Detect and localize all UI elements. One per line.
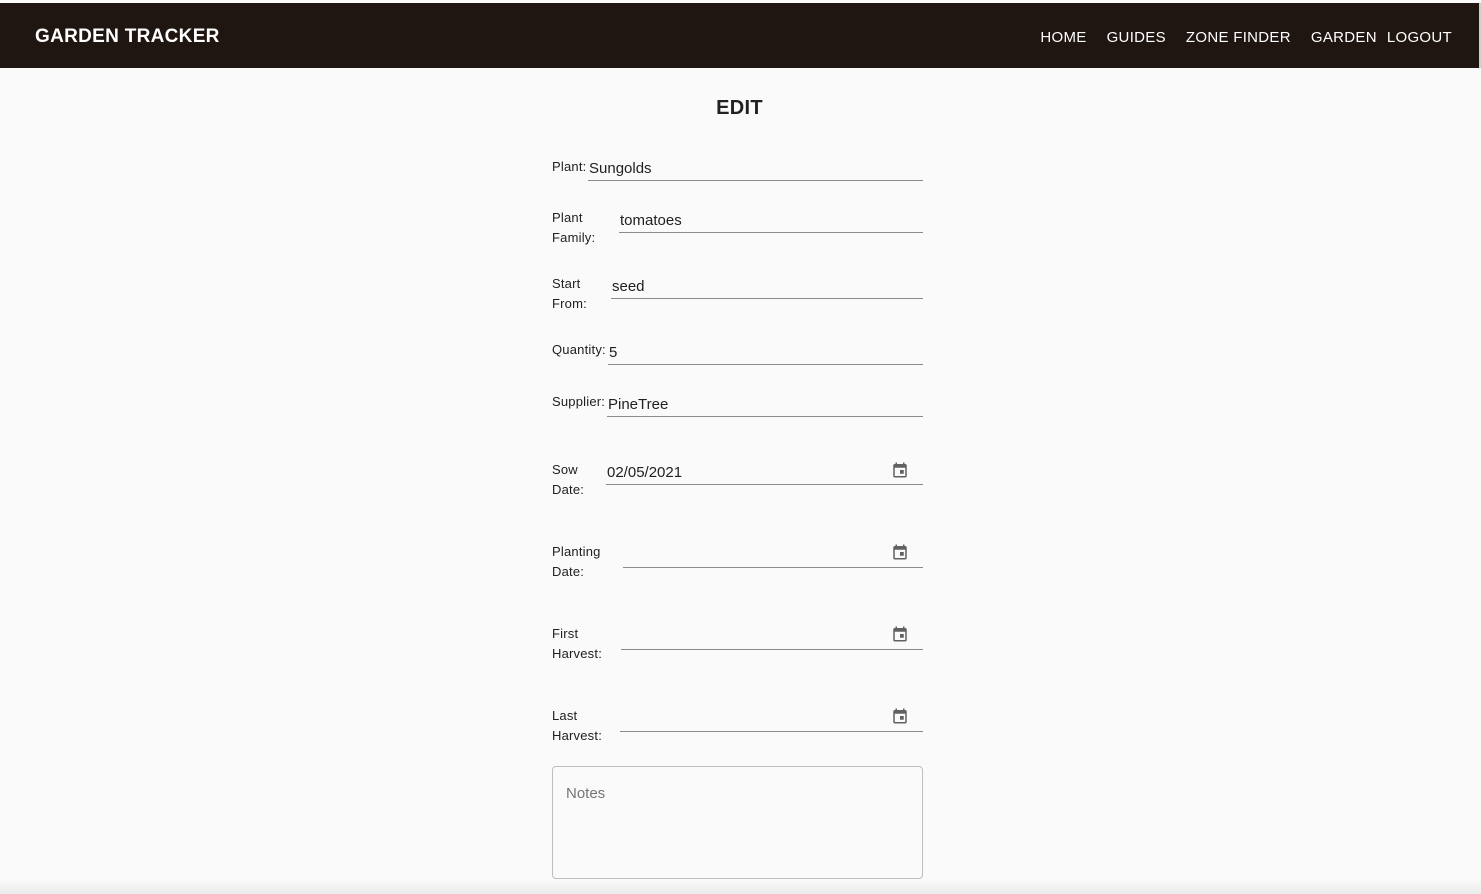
- page-title: EDIT: [716, 97, 763, 119]
- first-harvest-label-line2: Harvest:: [552, 646, 603, 661]
- nav-zone-finder[interactable]: ZONE FINDER: [1186, 29, 1291, 46]
- first-harvest-field: First Harvest:: [552, 624, 923, 664]
- first-harvest-label-line1: First: [552, 626, 579, 641]
- last-harvest-field: Last Harvest:: [552, 706, 923, 746]
- planting-date-label-line1: Planting: [552, 544, 601, 559]
- sow-date-field: Sow Date:: [552, 460, 923, 500]
- start-from-field: Start From:: [552, 274, 923, 314]
- plant-input[interactable]: [588, 156, 923, 181]
- bottom-shadow: [0, 880, 1481, 894]
- planting-date-label-line2: Date:: [552, 564, 585, 579]
- app-bar: GARDEN TRACKER HOME GUIDES ZONE FINDER G…: [0, 3, 1481, 68]
- brand-title[interactable]: GARDEN TRACKER: [35, 26, 220, 48]
- nav-logout[interactable]: LOGOUT: [1387, 29, 1452, 46]
- nav-garden[interactable]: GARDEN: [1311, 29, 1377, 46]
- sow-date-input[interactable]: [606, 460, 923, 485]
- supplier-input[interactable]: [607, 392, 923, 417]
- notes-textarea[interactable]: [552, 766, 923, 879]
- supplier-label: Supplier:: [552, 394, 606, 409]
- nav-home[interactable]: HOME: [1040, 29, 1086, 46]
- supplier-field: Supplier:: [552, 392, 923, 418]
- plant-field: Plant:: [552, 156, 923, 182]
- last-harvest-label-line1: Last: [552, 708, 578, 723]
- calendar-icon[interactable]: [891, 625, 909, 643]
- planting-date-input[interactable]: [623, 543, 923, 568]
- plant-family-input[interactable]: [619, 208, 923, 233]
- last-harvest-label-line2: Harvest:: [552, 728, 603, 743]
- start-from-input[interactable]: [611, 274, 923, 299]
- calendar-icon[interactable]: [891, 707, 909, 725]
- quantity-label: Quantity:: [552, 342, 606, 357]
- plant-family-field: Plant Family:: [552, 208, 923, 248]
- plant-family-label-line1: Plant: [552, 210, 583, 225]
- quantity-field: Quantity:: [552, 340, 923, 366]
- calendar-icon[interactable]: [891, 461, 909, 479]
- sow-date-label-line1: Sow: [552, 462, 578, 477]
- start-from-label-line2: From:: [552, 296, 587, 311]
- quantity-input[interactable]: [608, 340, 923, 365]
- sow-date-label-line2: Date:: [552, 482, 585, 497]
- calendar-icon[interactable]: [891, 543, 909, 561]
- nav-guides[interactable]: GUIDES: [1107, 29, 1166, 46]
- top-nav: HOME GUIDES ZONE FINDER GARDEN LOGOUT: [1020, 29, 1452, 46]
- planting-date-field: Planting Date:: [552, 542, 923, 582]
- plant-label: Plant:: [552, 159, 587, 174]
- start-from-label-line1: Start: [552, 276, 581, 291]
- first-harvest-input[interactable]: [621, 625, 923, 650]
- plant-family-label-line2: Family:: [552, 230, 596, 245]
- last-harvest-input[interactable]: [620, 707, 923, 732]
